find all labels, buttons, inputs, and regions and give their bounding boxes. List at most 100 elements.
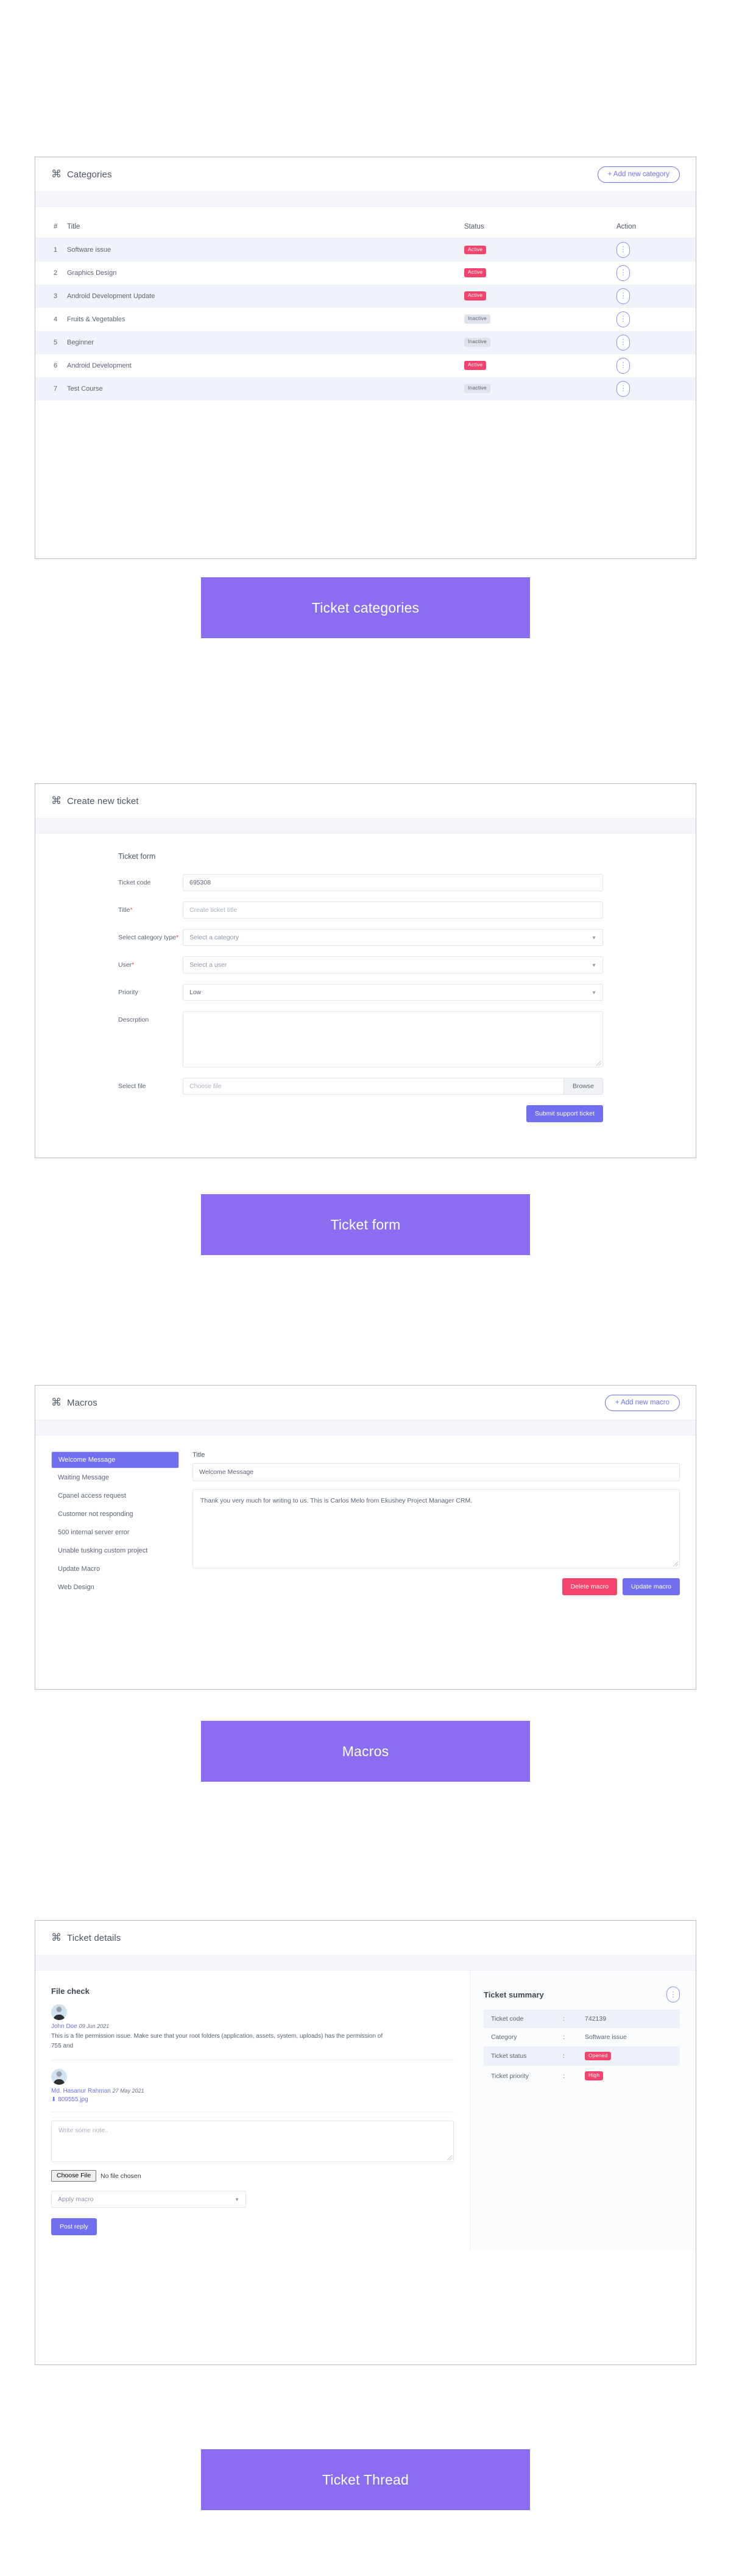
- cell-title: Android Development: [67, 361, 132, 369]
- title-input[interactable]: Create ticket title: [183, 902, 603, 919]
- submit-support-ticket-button[interactable]: Submit support ticket: [526, 1105, 603, 1122]
- summary-value: Software issue: [585, 2033, 627, 2041]
- row-more-menu-icon[interactable]: ⋮: [616, 357, 630, 374]
- macro-list-item[interactable]: Update Macro: [51, 1560, 179, 1578]
- table-row: 3 Android Development Update Active ⋮: [35, 284, 696, 308]
- macro-list-item[interactable]: Cpanel access request: [51, 1487, 179, 1505]
- col-header-title: Title: [67, 207, 464, 238]
- ticket-details-card-header: ⌘ Ticket details: [35, 1921, 696, 1955]
- cell-action: ⋮: [616, 284, 696, 308]
- required-asterisk: *: [130, 906, 133, 914]
- status-badge: Active: [464, 268, 487, 277]
- cell-action: ⋮: [616, 238, 696, 262]
- field-row-select-file: Select file Choose file Browse: [51, 1078, 680, 1095]
- message-list: John Doe 09 Jun 2021 This is a file permi…: [51, 2004, 454, 2112]
- cell-action: ⋮: [616, 377, 696, 400]
- row-more-menu-icon[interactable]: ⋮: [616, 265, 630, 281]
- message-text: This is a file permission issue. Make su…: [51, 2033, 383, 2049]
- summary-row: Ticket priority: High: [484, 2066, 680, 2085]
- categories-divider-strip: [35, 191, 696, 207]
- field-row-user: User* Select a user ▼: [51, 956, 680, 973]
- categories-title: Categories: [67, 169, 112, 180]
- chevron-down-icon: ▼: [235, 2196, 239, 2202]
- row-more-menu-icon[interactable]: ⋮: [616, 380, 630, 397]
- category-select[interactable]: Select a category ▼: [183, 929, 603, 946]
- cell-status: Inactive: [464, 330, 616, 354]
- post-reply-button[interactable]: Post reply: [51, 2218, 97, 2235]
- add-new-macro-button[interactable]: + Add new macro: [604, 1394, 680, 1411]
- status-badge: Active: [464, 245, 487, 254]
- category-select-value: Select a category: [189, 934, 239, 941]
- command-icon: ⌘: [51, 794, 62, 806]
- row-more-menu-icon[interactable]: ⋮: [616, 241, 630, 258]
- field-row-ticket-code: Ticket code 695308: [51, 874, 680, 891]
- message-date: 09 Jun 2021: [79, 2023, 110, 2029]
- macro-list: Welcome Message Waiting Message Cpanel acc…: [51, 1451, 179, 1596]
- cell-status: Active: [464, 262, 616, 285]
- macro-title-input[interactable]: Welcome Message: [192, 1463, 680, 1481]
- add-new-category-button[interactable]: + Add new category: [597, 166, 680, 183]
- macro-list-item[interactable]: Welcome Message: [51, 1451, 179, 1468]
- command-icon: ⌘: [51, 1931, 62, 1943]
- update-macro-button[interactable]: Update macro: [623, 1578, 680, 1595]
- summary-row: Ticket code:742139: [484, 2010, 680, 2028]
- summary-value-cell: 742139: [585, 2010, 680, 2028]
- summary-value-cell: Opened: [585, 2046, 680, 2066]
- avatar: [51, 2069, 67, 2085]
- priority-select[interactable]: Low ▼: [183, 984, 603, 1001]
- label-user: User*: [118, 961, 135, 969]
- banner-label: Macros: [342, 1743, 389, 1759]
- summary-value-cell: High: [585, 2066, 680, 2085]
- macro-list-item[interactable]: Customer not responding: [51, 1505, 179, 1523]
- summary-more-menu-icon[interactable]: ⋮: [666, 1987, 680, 2002]
- cell-action: ⋮: [616, 262, 696, 285]
- macros-title: Macros: [67, 1397, 97, 1408]
- avatar: [51, 2004, 67, 2020]
- user-select-value: Select a user: [189, 961, 227, 969]
- choose-file-display[interactable]: Choose file: [183, 1078, 563, 1095]
- browse-button[interactable]: Browse: [563, 1078, 603, 1095]
- macro-body-textarea[interactable]: Thank you very much for writing to us. T…: [192, 1489, 680, 1568]
- chevron-down-icon: ▼: [592, 989, 596, 995]
- table-row: 7 Test Course Inactive ⋮: [35, 377, 696, 400]
- cell-title: Android Development Update: [67, 284, 464, 308]
- apply-macro-value: Apply macro: [58, 2196, 94, 2203]
- cell-title: Beginner: [67, 330, 464, 354]
- cell-title: Fruits & Vegetables: [67, 315, 125, 323]
- apply-macro-select[interactable]: Apply macro ▼: [51, 2191, 246, 2208]
- ticket-details-card: ⌘ Ticket details File check John Doe 09 …: [35, 1920, 696, 2365]
- status-badge: High: [585, 2071, 604, 2080]
- table-row: 6 Android Development Active ⋮: [35, 354, 696, 377]
- macro-list-item[interactable]: Unable tusking custom project: [51, 1542, 179, 1560]
- message-author[interactable]: Md. Hasanur Rahman: [51, 2088, 111, 2094]
- delete-macro-button[interactable]: Delete macro: [562, 1578, 618, 1595]
- choose-file-button[interactable]: Choose File: [51, 2170, 97, 2182]
- user-select[interactable]: Select a user ▼: [183, 956, 603, 973]
- macro-list-item[interactable]: 500 internal server error: [51, 1523, 179, 1542]
- macro-list-item[interactable]: Waiting Message: [51, 1468, 179, 1487]
- macro-list-item[interactable]: Web Design: [51, 1578, 179, 1596]
- row-more-menu-icon[interactable]: ⋮: [616, 288, 630, 304]
- message-attachment-link[interactable]: ⬇ 809555.jpg: [51, 2096, 454, 2103]
- reply-note-textarea[interactable]: Write some note..: [51, 2121, 454, 2162]
- cell-status: Inactive: [464, 377, 616, 400]
- description-textarea[interactable]: [183, 1011, 603, 1067]
- ticket-thread-column: File check John Doe 09 Jun 2021 This is a…: [35, 1971, 470, 2251]
- file-input-group: Choose file Browse: [183, 1078, 603, 1095]
- submit-row-spacer: [51, 1105, 183, 1110]
- ticket-form-card: ⌘ Create new ticket Ticket form Ticket c…: [35, 783, 696, 1158]
- table-row: 5 Beginner Inactive ⋮: [35, 330, 696, 354]
- ticket-form-divider-strip: [35, 818, 696, 834]
- categories-card-header: ⌘ Categories + Add new category: [35, 157, 696, 191]
- thread-message: Md. Hasanur Rahman 27 May 2021 ⬇ 809555.j…: [51, 2069, 454, 2112]
- cell-number: 6: [54, 361, 58, 369]
- message-author[interactable]: John Doe: [51, 2023, 77, 2030]
- ticket-code-input[interactable]: 695308: [183, 874, 603, 891]
- cell-action: ⋮: [616, 354, 696, 377]
- macro-title-label: Title: [192, 1451, 205, 1459]
- summary-key: Ticket code: [484, 2010, 563, 2028]
- required-asterisk: *: [132, 961, 135, 969]
- cell-number: 5: [35, 330, 67, 354]
- row-more-menu-icon[interactable]: ⋮: [616, 334, 630, 350]
- row-more-menu-icon[interactable]: ⋮: [616, 311, 630, 327]
